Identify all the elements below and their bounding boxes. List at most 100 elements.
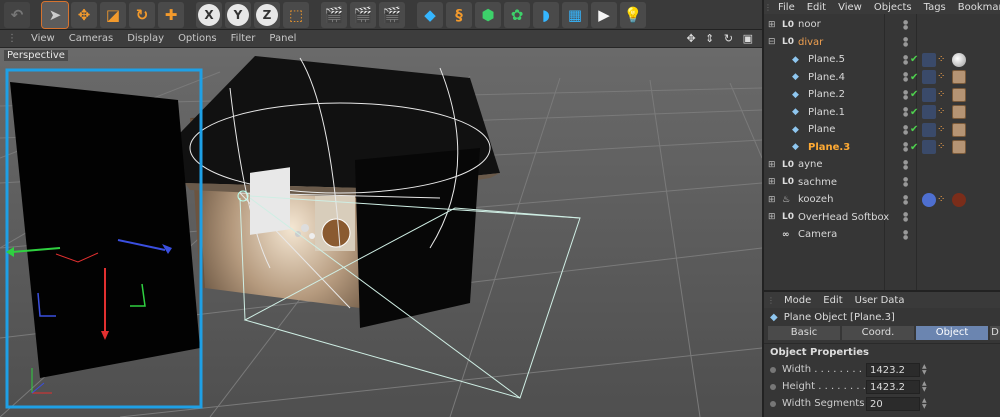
animate-dot-icon[interactable]	[770, 366, 776, 373]
object-name[interactable]: divar	[798, 37, 823, 48]
texture-tag-icon[interactable]: ⁘	[937, 70, 951, 84]
object-name[interactable]: Plane.4	[808, 72, 845, 83]
object-row[interactable]: ◆ Plane.2 ● ● ✔ ⁘	[764, 86, 1000, 104]
visibility-dots-icon[interactable]: ● ●	[903, 107, 908, 118]
expand-icon[interactable]: ⊞	[768, 195, 776, 205]
collapse-icon[interactable]: ⊟	[768, 37, 776, 47]
enabled-check-icon[interactable]: ✔	[910, 89, 918, 100]
om-menu-objects[interactable]: Objects	[868, 2, 918, 13]
object-row[interactable]: ◆ Plane.3 ● ● ✔ ⁘	[764, 139, 1000, 157]
viewport-menu-filter[interactable]: Filter	[224, 33, 263, 44]
tab-object[interactable]: Object	[916, 326, 988, 340]
om-menu-view[interactable]: View	[832, 2, 868, 13]
om-menu-tags[interactable]: Tags	[918, 2, 952, 13]
object-row[interactable]: ◆ Plane ● ● ✔ ⁘	[764, 121, 1000, 139]
width-field[interactable]: 1423.2 cm	[866, 362, 920, 389]
am-menu-mode[interactable]: Mode	[778, 295, 817, 306]
tab-basic[interactable]: Basic	[768, 326, 840, 340]
material-tag-icon[interactable]	[952, 105, 966, 120]
enabled-check-icon[interactable]: ✔	[910, 107, 918, 118]
texture-tag-icon[interactable]: ⁘	[937, 88, 951, 102]
object-row[interactable]: ◆ Plane.4 ● ● ✔ ⁘	[764, 69, 1000, 87]
visibility-dots-icon[interactable]: ● ●	[903, 54, 908, 65]
object-row[interactable]: ⊞ L0 OverHead Softbox ● ●	[764, 209, 1000, 227]
om-menu-bookmarks[interactable]: Bookmar	[952, 2, 1000, 13]
visibility-dots-icon[interactable]: ● ●	[903, 37, 908, 48]
phong-tag-icon[interactable]	[922, 70, 936, 85]
am-menu-user-data[interactable]: User Data	[849, 295, 911, 306]
deformer-icon[interactable]: ◗	[533, 1, 559, 28]
add-object-icon[interactable]: ✚	[158, 1, 184, 28]
spline-pen-icon[interactable]: §	[446, 1, 472, 28]
object-row[interactable]: ◆ Plane.5 ● ● ✔ ⁘	[764, 51, 1000, 69]
texture-tag-icon[interactable]: ⁘	[937, 123, 951, 137]
om-menu-file[interactable]: File	[772, 2, 801, 13]
am-menu-edit[interactable]: Edit	[817, 295, 848, 306]
object-name[interactable]: Plane	[808, 124, 835, 135]
enabled-check-icon[interactable]: ✔	[910, 142, 918, 153]
stepper-arrows-icon[interactable]: ▲ ▼	[922, 397, 927, 410]
texture-tag-icon[interactable]: ⁘	[937, 105, 951, 119]
render-settings-icon[interactable]: 🎬	[379, 1, 405, 28]
texture-tag-icon[interactable]: ⁘	[937, 53, 951, 67]
phong-tag-icon[interactable]	[922, 87, 936, 102]
texture-tag-icon[interactable]: ⁘	[937, 193, 951, 207]
object-name[interactable]: Plane.2	[808, 89, 845, 100]
om-menu-edit[interactable]: Edit	[801, 2, 832, 13]
tab-coord[interactable]: Coord.	[842, 326, 914, 340]
visibility-dots-icon[interactable]: ● ●	[903, 142, 908, 153]
visibility-dots-icon[interactable]: ● ●	[903, 159, 908, 170]
height-field[interactable]: 1423.2 cm	[866, 379, 920, 406]
material-tag-icon[interactable]	[952, 87, 966, 102]
camera-icon[interactable]: ▶	[591, 1, 617, 28]
object-row[interactable]: ⊞ L0 ayne ● ●	[764, 156, 1000, 174]
object-name[interactable]: Plane.1	[808, 107, 845, 118]
expand-icon[interactable]: ⊞	[768, 177, 776, 187]
visibility-dots-icon[interactable]: ● ●	[903, 177, 908, 188]
move-tool-icon[interactable]: ✥	[71, 1, 97, 28]
cloner-icon[interactable]: ✿	[504, 1, 530, 28]
object-name[interactable]: OverHead Softbox	[798, 212, 889, 223]
material-tag-icon[interactable]	[952, 52, 966, 67]
subdivision-surface-icon[interactable]: ⬢	[475, 1, 501, 28]
viewport-menu-view[interactable]: View	[24, 33, 62, 44]
visibility-dots-icon[interactable]: ● ●	[903, 229, 908, 240]
render-to-picture-viewer-icon[interactable]: 🎬	[350, 1, 376, 28]
object-name[interactable]: Camera	[798, 229, 837, 240]
material-tag-icon[interactable]	[952, 192, 966, 207]
render-view-icon[interactable]: 🎬	[321, 1, 347, 28]
object-name[interactable]: Plane.3	[808, 142, 850, 153]
visibility-dots-icon[interactable]: ● ●	[903, 72, 908, 83]
viewport-menu-display[interactable]: Display	[120, 33, 171, 44]
object-name[interactable]: koozeh	[798, 194, 833, 205]
expand-icon[interactable]: ⊞	[768, 160, 776, 170]
phong-tag-icon[interactable]	[922, 105, 936, 120]
object-row[interactable]: ⊞ L0 sachme ● ●	[764, 174, 1000, 192]
phong-tag-icon[interactable]	[922, 140, 936, 155]
object-row[interactable]: ⊟ L0 divar ● ●	[764, 34, 1000, 52]
material-tag-icon[interactable]	[952, 140, 966, 155]
viewport-menu-options[interactable]: Options	[171, 33, 224, 44]
object-name[interactable]: Plane.5	[808, 54, 845, 65]
phong-tag-icon[interactable]	[922, 122, 936, 137]
enabled-check-icon[interactable]: ✔	[910, 54, 918, 65]
texture-tag-icon[interactable]: ⁘	[937, 140, 951, 154]
phong-tag-icon[interactable]	[922, 192, 936, 207]
expand-icon[interactable]: ⊞	[768, 212, 776, 222]
object-row[interactable]: ◆ Plane.1 ● ● ✔ ⁘	[764, 104, 1000, 122]
y-axis-lock-icon[interactable]: Y	[227, 3, 249, 26]
object-row[interactable]: ∞ Camera ● ●	[764, 226, 1000, 244]
visibility-dots-icon[interactable]: ● ●	[903, 194, 908, 205]
enabled-check-icon[interactable]: ✔	[910, 124, 918, 135]
enabled-check-icon[interactable]: ✔	[910, 72, 918, 83]
live-selection-tool-icon[interactable]: ➤	[41, 0, 69, 29]
coordinate-system-icon[interactable]: ⬚	[283, 1, 309, 28]
viewport-navigation-icons[interactable]: ✥ ⇕ ↻ ▣	[686, 32, 756, 45]
object-name[interactable]: noor	[798, 19, 821, 30]
rotate-tool-icon[interactable]: ↻	[129, 1, 155, 28]
perspective-viewport[interactable]: Perspective	[0, 48, 762, 417]
scale-tool-icon[interactable]: ◪	[100, 1, 126, 28]
light-icon[interactable]: 💡	[620, 1, 646, 28]
object-name[interactable]: ayne	[798, 159, 823, 170]
undo-icon[interactable]: ↶	[4, 1, 30, 28]
